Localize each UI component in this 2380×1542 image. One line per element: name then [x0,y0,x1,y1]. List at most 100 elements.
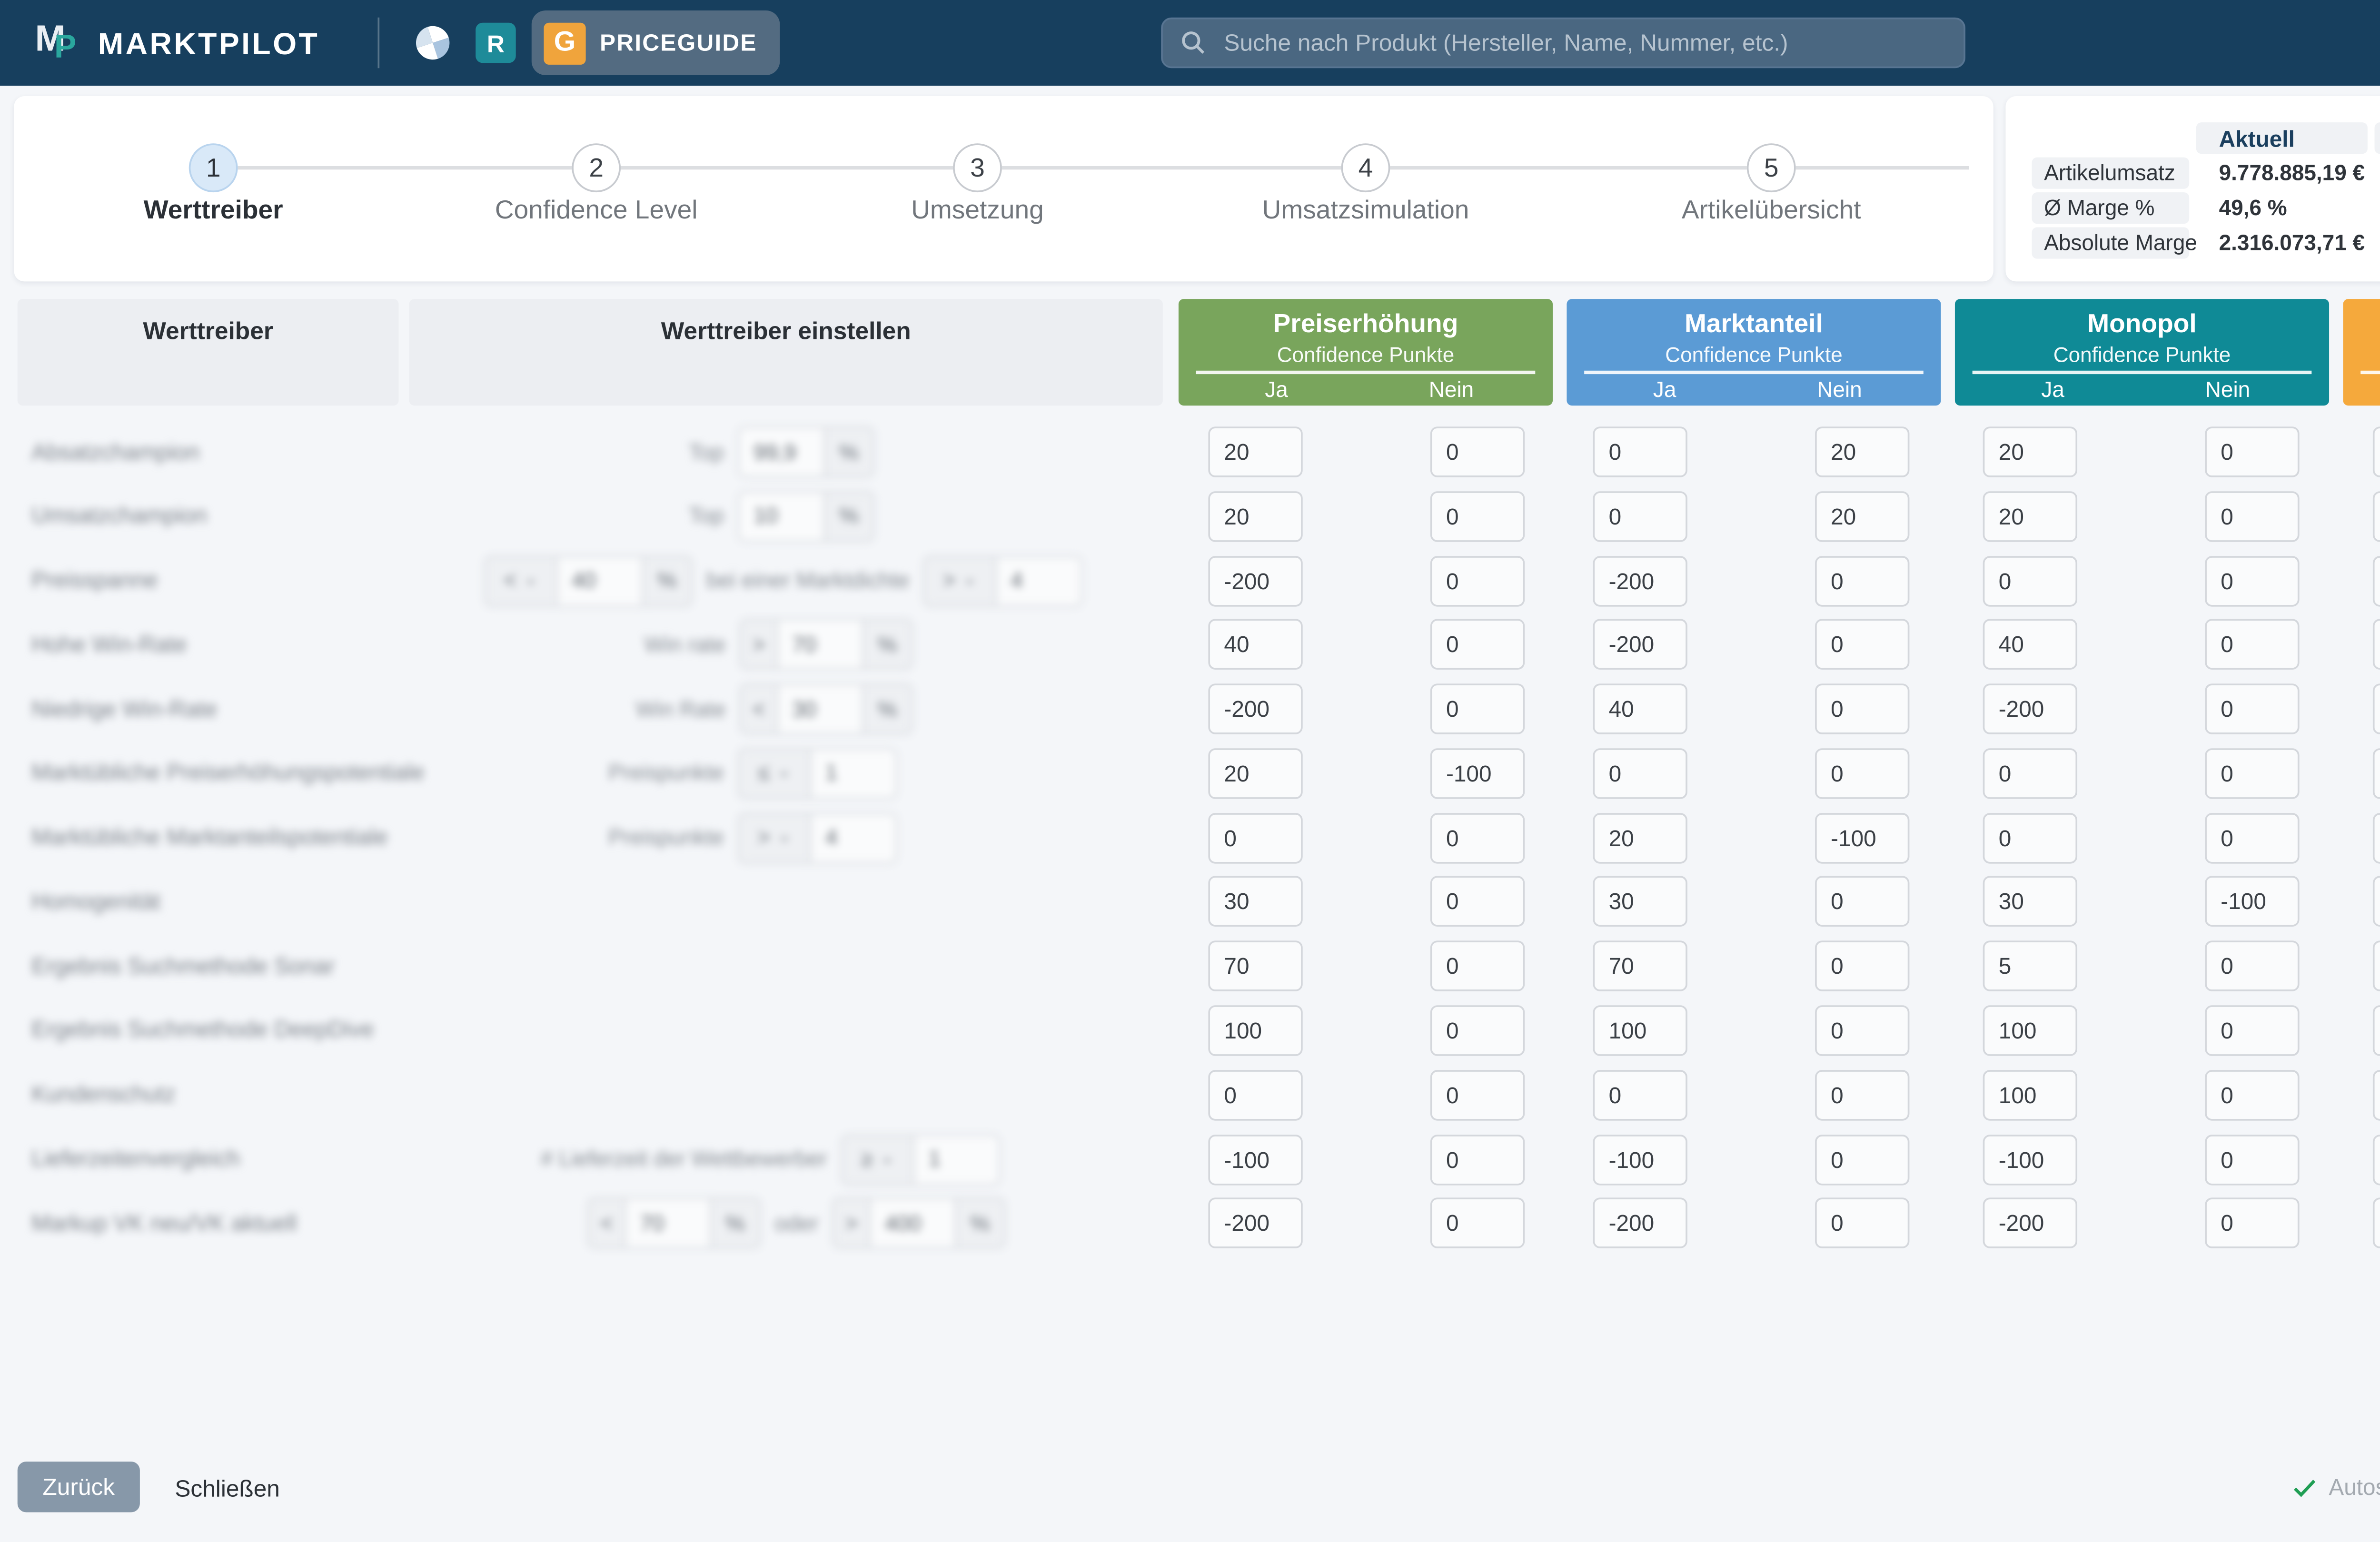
setting-value-input[interactable] [869,1198,957,1249]
confidence-input[interactable] [1208,491,1303,542]
confidence-input[interactable] [1593,748,1687,799]
confidence-input[interactable] [1815,426,1910,477]
confidence-input[interactable] [1430,1069,1525,1120]
confidence-input[interactable] [1208,748,1303,799]
confidence-input[interactable] [1593,941,1687,992]
confidence-input[interactable] [2372,1005,2380,1056]
confidence-input[interactable] [2205,876,2300,928]
setting-value-input[interactable] [776,619,864,671]
confidence-input[interactable] [2205,619,2300,671]
confidence-input[interactable] [1208,555,1303,606]
operator-dropdown-button[interactable]: < ⌄ [484,555,558,606]
setting-value-input[interactable] [912,1134,1001,1185]
confidence-input[interactable] [1430,491,1525,542]
confidence-input[interactable] [1430,1198,1525,1249]
confidence-input[interactable] [2372,1069,2380,1120]
operator-dropdown-button[interactable]: > ⌄ [923,555,997,606]
setting-value-input[interactable] [809,748,897,799]
confidence-input[interactable] [1593,1069,1687,1120]
confidence-input[interactable] [1983,1005,2078,1056]
operator-dropdown-button[interactable]: < [587,1198,626,1249]
confidence-input[interactable] [1208,683,1303,735]
confidence-input[interactable] [1430,812,1525,863]
priceguide-app-button[interactable]: G PRICEGUIDE [531,10,780,75]
confidence-input[interactable] [1983,812,2078,863]
confidence-input[interactable] [1208,426,1303,477]
confidence-input[interactable] [1430,748,1525,799]
confidence-input[interactable] [1593,426,1687,477]
operator-dropdown-button[interactable]: ≤ ⌄ [738,748,812,799]
confidence-input[interactable] [2205,1069,2300,1120]
confidence-input[interactable] [2372,812,2380,863]
confidence-input[interactable] [1430,619,1525,671]
confidence-input[interactable] [1593,619,1687,671]
confidence-input[interactable] [2205,426,2300,477]
confidence-input[interactable] [2372,1134,2380,1185]
confidence-input[interactable] [2372,1198,2380,1249]
setting-value-input[interactable] [809,812,897,863]
confidence-input[interactable] [1983,1069,2078,1120]
confidence-input[interactable] [1208,941,1303,992]
confidence-input[interactable] [2372,748,2380,799]
confidence-input[interactable] [1208,876,1303,928]
confidence-input[interactable] [1983,876,2078,928]
confidence-input[interactable] [2372,491,2380,542]
confidence-input[interactable] [1208,619,1303,671]
step-3-circle[interactable]: 3 [953,143,1002,193]
confidence-input[interactable] [1983,683,2078,735]
confidence-input[interactable] [2372,619,2380,671]
step-1-circle[interactable]: 1 [188,143,238,193]
confidence-input[interactable] [1983,748,2078,799]
confidence-input[interactable] [2372,555,2380,606]
confidence-input[interactable] [2205,491,2300,542]
step-5-circle[interactable]: 5 [1746,143,1796,193]
confidence-input[interactable] [1430,876,1525,928]
search-input[interactable] [1220,28,1946,58]
confidence-input[interactable] [2372,683,2380,735]
confidence-input[interactable] [2372,426,2380,477]
confidence-input[interactable] [2205,683,2300,735]
setting-value-input[interactable] [738,491,825,542]
confidence-input[interactable] [1815,1069,1910,1120]
operator-dropdown-button[interactable]: > [832,1198,871,1249]
confidence-input[interactable] [2205,555,2300,606]
confidence-input[interactable] [1430,426,1525,477]
confidence-input[interactable] [1815,1198,1910,1249]
confidence-input[interactable] [1593,812,1687,863]
confidence-input[interactable] [2205,941,2300,992]
setting-value-input[interactable] [738,426,825,477]
close-button[interactable]: Schließen [164,1462,290,1512]
r-app-icon[interactable]: R [476,22,516,63]
setting-value-input[interactable] [556,555,644,606]
confidence-input[interactable] [2205,748,2300,799]
operator-dropdown-button[interactable]: < [739,683,778,735]
confidence-input[interactable] [1208,1198,1303,1249]
confidence-input[interactable] [1815,941,1910,992]
confidence-input[interactable] [1593,1134,1687,1185]
step-4-circle[interactable]: 4 [1341,143,1390,193]
confidence-input[interactable] [2205,1005,2300,1056]
setting-value-input[interactable] [776,683,864,735]
confidence-input[interactable] [1983,555,2078,606]
confidence-input[interactable] [2205,812,2300,863]
confidence-input[interactable] [2205,1134,2300,1185]
confidence-input[interactable] [1815,1134,1910,1185]
confidence-input[interactable] [1593,876,1687,928]
confidence-input[interactable] [1983,491,2078,542]
confidence-input[interactable] [1430,941,1525,992]
confidence-input[interactable] [1208,812,1303,863]
operator-dropdown-button[interactable]: > ⌄ [738,812,812,863]
confidence-input[interactable] [1593,683,1687,735]
confidence-input[interactable] [1983,941,2078,992]
confidence-input[interactable] [1815,1005,1910,1056]
setting-value-input[interactable] [995,555,1082,606]
confidence-input[interactable] [1593,1005,1687,1056]
confidence-input[interactable] [1593,1198,1687,1249]
operator-dropdown-button[interactable]: ≥ ⌄ [841,1134,915,1185]
confidence-input[interactable] [1815,491,1910,542]
confidence-input[interactable] [1430,555,1525,606]
confidence-input[interactable] [1983,1134,2078,1185]
confidence-input[interactable] [1815,683,1910,735]
confidence-input[interactable] [1983,426,2078,477]
confidence-input[interactable] [1815,748,1910,799]
